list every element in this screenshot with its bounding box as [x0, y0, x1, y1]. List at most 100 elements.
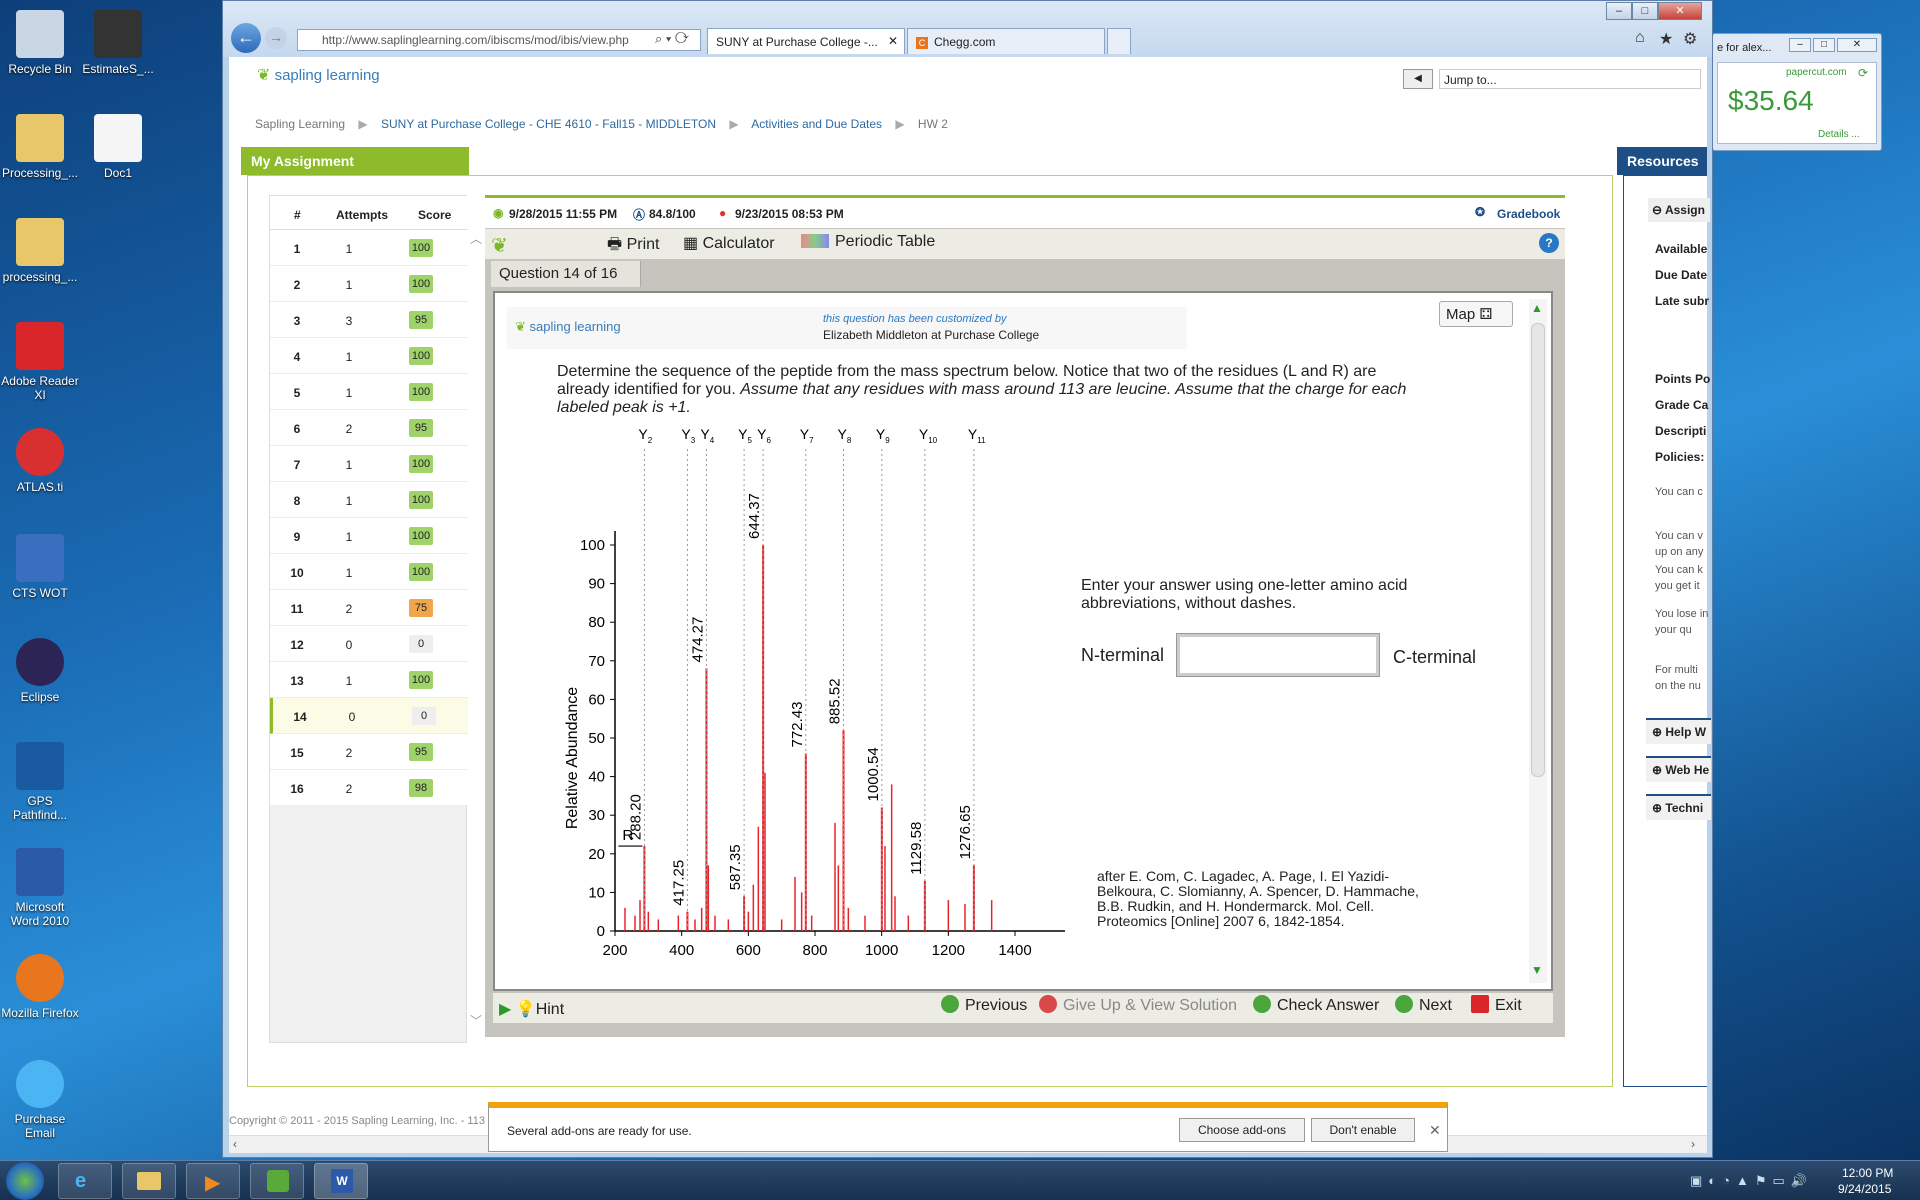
settings-icon[interactable]: ⚙ [1683, 29, 1697, 49]
scroll-left-icon[interactable]: ‹ [233, 1137, 237, 1151]
breadcrumb-home[interactable]: Sapling Learning [255, 117, 345, 131]
desktop-icon[interactable]: EstimateS_... [78, 10, 158, 76]
desktop-icon[interactable]: Recycle Bin [0, 10, 80, 76]
resources-assign-header[interactable]: ⊖ Assign [1648, 198, 1710, 222]
table-row[interactable]: 5 1 100 [270, 374, 468, 410]
next-button[interactable]: Next [1395, 995, 1452, 1015]
table-row[interactable]: 9 1 100 [270, 518, 468, 554]
table-row[interactable]: 1 1 100 [270, 230, 468, 266]
home-icon[interactable]: ⌂ [1635, 29, 1645, 47]
answer-input[interactable] [1176, 633, 1380, 677]
refresh-icon[interactable]: ⟳ [1858, 66, 1868, 80]
close-icon[interactable]: ✕ [1837, 38, 1877, 52]
scroll-down-arrow-icon[interactable]: ▼ [1531, 963, 1543, 977]
previous-button[interactable]: Previous [941, 995, 1027, 1015]
favorites-icon[interactable]: ★ [1659, 29, 1673, 49]
ie-taskbar-icon[interactable]: e [58, 1163, 112, 1199]
desktop-icon[interactable]: Purchase Email [0, 1060, 80, 1140]
papercut-widget[interactable]: e for alex... ‒ □ ✕ papercut.com ⟳ $35.6… [1712, 33, 1882, 151]
ion-label: Y7 [800, 426, 814, 445]
answer-prompt: Enter your answer using one-letter amino… [1081, 577, 1408, 612]
minimize-icon[interactable]: ‒ [1789, 38, 1811, 52]
breadcrumb-activities[interactable]: Activities and Due Dates [751, 117, 882, 131]
clock-time[interactable]: 12:00 PM [1842, 1166, 1893, 1180]
sapling-logo[interactable]: ❦ sapling learning [257, 65, 380, 85]
start-button[interactable] [6, 1162, 44, 1200]
desktop-icon[interactable]: GPS Pathfind... [0, 742, 80, 822]
app-taskbar-icon[interactable] [250, 1163, 304, 1199]
help-icon[interactable]: ? [1539, 233, 1559, 253]
exit-button[interactable]: Exit [1471, 995, 1522, 1015]
periodic-table-button[interactable]: Periodic Table [801, 233, 935, 251]
desktop-icon[interactable]: Doc1 [78, 114, 158, 180]
periodic-table-label: Periodic Table [835, 233, 936, 250]
desktop-icon-label: GPS Pathfind... [12, 794, 68, 822]
table-row[interactable]: 15 2 95 [270, 734, 468, 770]
scroll-up-icon[interactable]: ︿ [470, 230, 482, 247]
search-icon[interactable]: ⌕ ▾ ⟳ [655, 31, 689, 47]
choose-addons-button[interactable]: Choose add-ons [1179, 1118, 1305, 1142]
calculator-button[interactable]: ▦ Calculator [683, 233, 775, 253]
desktop-icon[interactable]: CTS WOT [0, 534, 80, 600]
close-button[interactable]: ✕ [1658, 2, 1702, 20]
breadcrumb-course[interactable]: SUNY at Purchase College - CHE 4610 - Fa… [381, 117, 716, 131]
desktop-icon[interactable]: Adobe Reader XI [0, 322, 80, 402]
print-button[interactable]: 🖶 Print [607, 233, 659, 260]
desktop-icon[interactable]: processing_... [0, 218, 80, 284]
tab-suny[interactable]: SUNY at Purchase College -... ✕ [707, 28, 905, 54]
table-row[interactable]: 16 2 98 [270, 770, 468, 806]
give-up-button[interactable]: Give Up & View Solution [1039, 995, 1237, 1015]
table-row[interactable]: 3 3 95 [270, 302, 468, 338]
resource-section[interactable]: ⊕ Techni [1646, 794, 1711, 820]
explorer-taskbar-icon[interactable] [122, 1163, 176, 1199]
scroll-down-icon[interactable]: ﹀ [470, 1012, 482, 1029]
scroll-thumb[interactable] [1531, 323, 1545, 777]
desktop-icon[interactable]: ATLAS.ti [0, 428, 80, 494]
clock-date[interactable]: 9/24/2015 [1838, 1182, 1891, 1196]
desktop-icon[interactable]: Eclipse [0, 638, 80, 704]
new-tab-button[interactable] [1107, 28, 1131, 54]
table-row[interactable]: 14 0 0 [270, 698, 468, 734]
dont-enable-button[interactable]: Don't enable [1311, 1118, 1415, 1142]
maximize-icon[interactable]: □ [1813, 38, 1835, 52]
tab-close-icon[interactable]: ✕ [888, 34, 898, 48]
word-taskbar-icon[interactable]: W [314, 1163, 368, 1199]
scroll-right-icon[interactable]: › [1691, 1137, 1695, 1151]
table-row[interactable]: 6 2 95 [270, 410, 468, 446]
peak-label: 885.52 [827, 678, 844, 724]
tab-chegg[interactable]: C Chegg.com [907, 28, 1105, 54]
desktop-icon[interactable]: Processing_... [0, 114, 80, 180]
desktop-icon[interactable]: Microsoft Word 2010 [0, 848, 80, 928]
recycle-bin-icon [16, 10, 64, 58]
table-row[interactable]: 8 1 100 [270, 482, 468, 518]
scroll-up-arrow-icon[interactable]: ▲ [1531, 301, 1543, 315]
jump-back-button[interactable]: ◀ [1403, 69, 1433, 89]
table-row[interactable]: 10 1 100 [270, 554, 468, 590]
resource-section[interactable]: ⊕ Help W [1646, 718, 1711, 744]
check-answer-button[interactable]: Check Answer [1253, 995, 1379, 1015]
hint-button[interactable]: ▶ 💡Hint [499, 999, 564, 1019]
address-bar[interactable]: http://www.saplinglearning.com/ibiscms/m… [297, 29, 701, 51]
papercut-details-link[interactable]: Details ... [1818, 129, 1860, 140]
gradebook-icon[interactable]: ✪ [1475, 205, 1485, 219]
jump-to-select[interactable]: Jump to... [1439, 69, 1701, 89]
media-player-taskbar-icon[interactable]: ▶ [186, 1163, 240, 1199]
gradebook-link[interactable]: Gradebook [1497, 207, 1560, 221]
forward-icon[interactable]: → [265, 27, 287, 49]
table-row[interactable]: 7 1 100 [270, 446, 468, 482]
ie-icon [16, 1060, 64, 1108]
map-button[interactable]: Map ⚃ [1439, 301, 1513, 327]
notification-close-icon[interactable]: ✕ [1429, 1122, 1441, 1139]
minimize-button[interactable]: ‒ [1606, 2, 1632, 20]
table-row[interactable]: 11 2 75 [270, 590, 468, 626]
table-row[interactable]: 13 1 100 [270, 662, 468, 698]
back-icon[interactable]: ← [231, 23, 261, 53]
desktop-icon[interactable]: Mozilla Firefox [0, 954, 80, 1020]
table-row[interactable]: 4 1 100 [270, 338, 468, 374]
table-row[interactable]: 12 0 0 [270, 626, 468, 662]
table-row[interactable]: 2 1 100 [270, 266, 468, 302]
question-scrollbar[interactable]: ▲ ▼ [1529, 299, 1547, 983]
resource-section[interactable]: ⊕ Web He [1646, 756, 1711, 782]
tray-icons[interactable]: ▣◐◔▲⚑▭🔊 [1690, 1173, 1813, 1189]
maximize-button[interactable]: □ [1632, 2, 1658, 20]
